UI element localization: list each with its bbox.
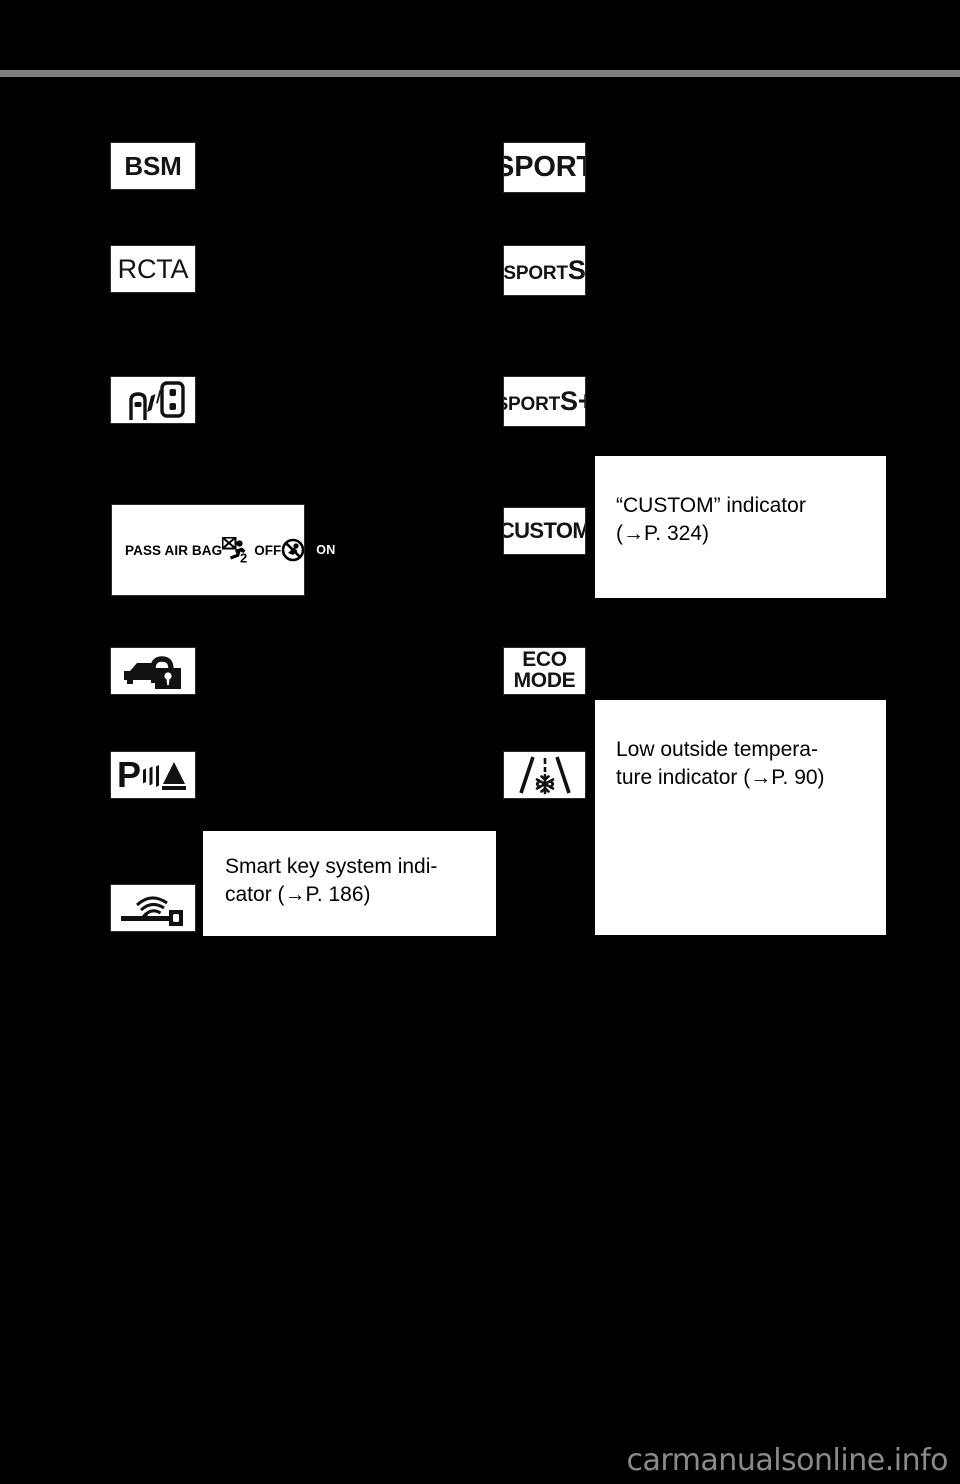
theft-deterrent-indicator[interactable]	[110, 647, 196, 695]
bsm-indicator-label: BSM	[124, 151, 182, 181]
eco-mode-line1: ECO	[522, 648, 567, 672]
sport-s-plus-mode-indicator[interactable]: SPORTS+	[503, 376, 586, 427]
low-temperature-callout: Low outside tempera- ture indicator (→P.…	[595, 700, 886, 935]
sport-s-prefix: SPORT	[503, 263, 568, 284]
svg-text:2: 2	[240, 551, 247, 564]
blind-spot-monitor-indicator[interactable]	[110, 376, 196, 424]
low-temp-callout-line2: ture indicator (→P. 90)	[616, 765, 825, 789]
sport-s-mode-label: SPORTS	[503, 255, 586, 285]
header-divider	[0, 70, 960, 77]
custom-callout-line1: “CUSTOM” indicator	[616, 494, 806, 517]
rcta-indicator[interactable]: RCTA	[110, 245, 196, 293]
parking-sonar-icon: P	[117, 756, 189, 794]
eco-mode-label: ECO MODE	[513, 648, 576, 692]
bsm-indicator[interactable]: BSM	[110, 142, 196, 190]
site-watermark: carmanualsonline.info	[626, 1443, 949, 1478]
pass-air-bag-label: PASS AIR BAG	[125, 542, 223, 558]
airbag-off-occupant-icon: 2	[222, 537, 252, 563]
smart-key-callout-line2: cator (→P. 186)	[225, 882, 371, 906]
low-temp-callout-line1: Low outside tempera-	[616, 738, 818, 761]
sport-s-plus-mode-label: SPORTS+	[504, 386, 585, 416]
low-outside-temperature-indicator[interactable]	[503, 751, 586, 799]
car-padlock-icon	[120, 652, 186, 690]
smart-key-callout-line1: Smart key system indi-	[225, 855, 438, 878]
sport-mode-indicator[interactable]: SPORT	[503, 142, 586, 193]
manual-page: BSM RCTA PASS AIR BAG 2 OFF ON P Smart k…	[0, 0, 960, 1484]
eco-mode-line2: MODE	[513, 669, 576, 692]
sport-mode-label: SPORT	[504, 151, 585, 183]
airbag-on-chip: ON	[310, 541, 342, 559]
custom-indicator-callout: “CUSTOM” indicator (→P. 324)	[595, 456, 886, 598]
key-signal-icon	[117, 888, 189, 928]
sport-s-suffix: S	[567, 255, 586, 285]
smart-key-callout: Smart key system indi- cator (→P. 186)	[203, 831, 496, 936]
custom-mode-indicator[interactable]: CUSTOM	[503, 507, 586, 555]
smart-key-system-indicator[interactable]	[110, 884, 196, 932]
custom-mode-label: CUSTOM	[503, 518, 586, 543]
svg-text:P: P	[117, 756, 141, 794]
sport-s-mode-indicator[interactable]: SPORTS	[503, 245, 586, 296]
two-cars-alert-icon	[116, 380, 190, 420]
sport-s-plus-suffix: S+	[560, 386, 585, 416]
custom-callout-line2: (→P. 324)	[616, 521, 709, 545]
road-snowflake-icon	[517, 755, 573, 795]
airbag-off-text: OFF	[254, 542, 282, 558]
eco-mode-indicator[interactable]: ECO MODE	[503, 647, 586, 695]
rcta-indicator-label: RCTA	[117, 253, 189, 284]
parking-assist-indicator[interactable]: P	[110, 751, 196, 799]
airbag-on-crossed-circle-icon	[281, 538, 305, 562]
passenger-airbag-status-panel[interactable]: PASS AIR BAG 2 OFF ON	[111, 504, 342, 596]
sport-s-plus-prefix: SPORT	[504, 394, 561, 415]
